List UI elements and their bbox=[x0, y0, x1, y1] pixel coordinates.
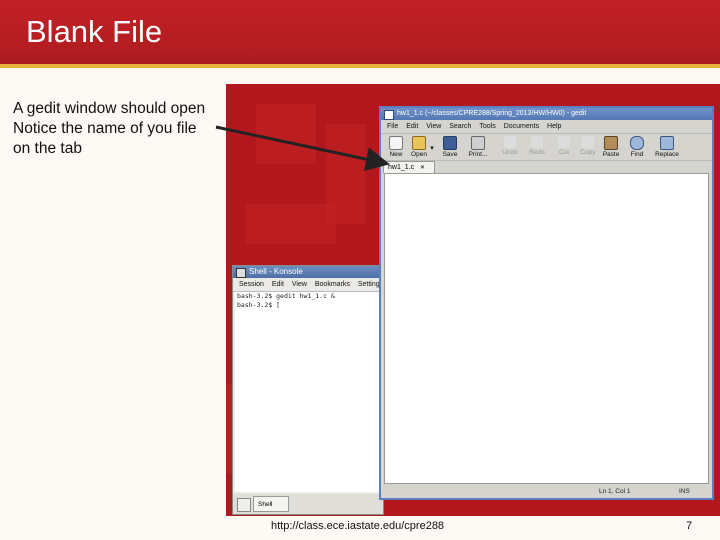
page-number: 7 bbox=[686, 520, 693, 532]
annotation-arrow bbox=[215, 125, 390, 171]
footer-url: http://class.ece.iastate.edu/cpre288 bbox=[271, 520, 445, 532]
